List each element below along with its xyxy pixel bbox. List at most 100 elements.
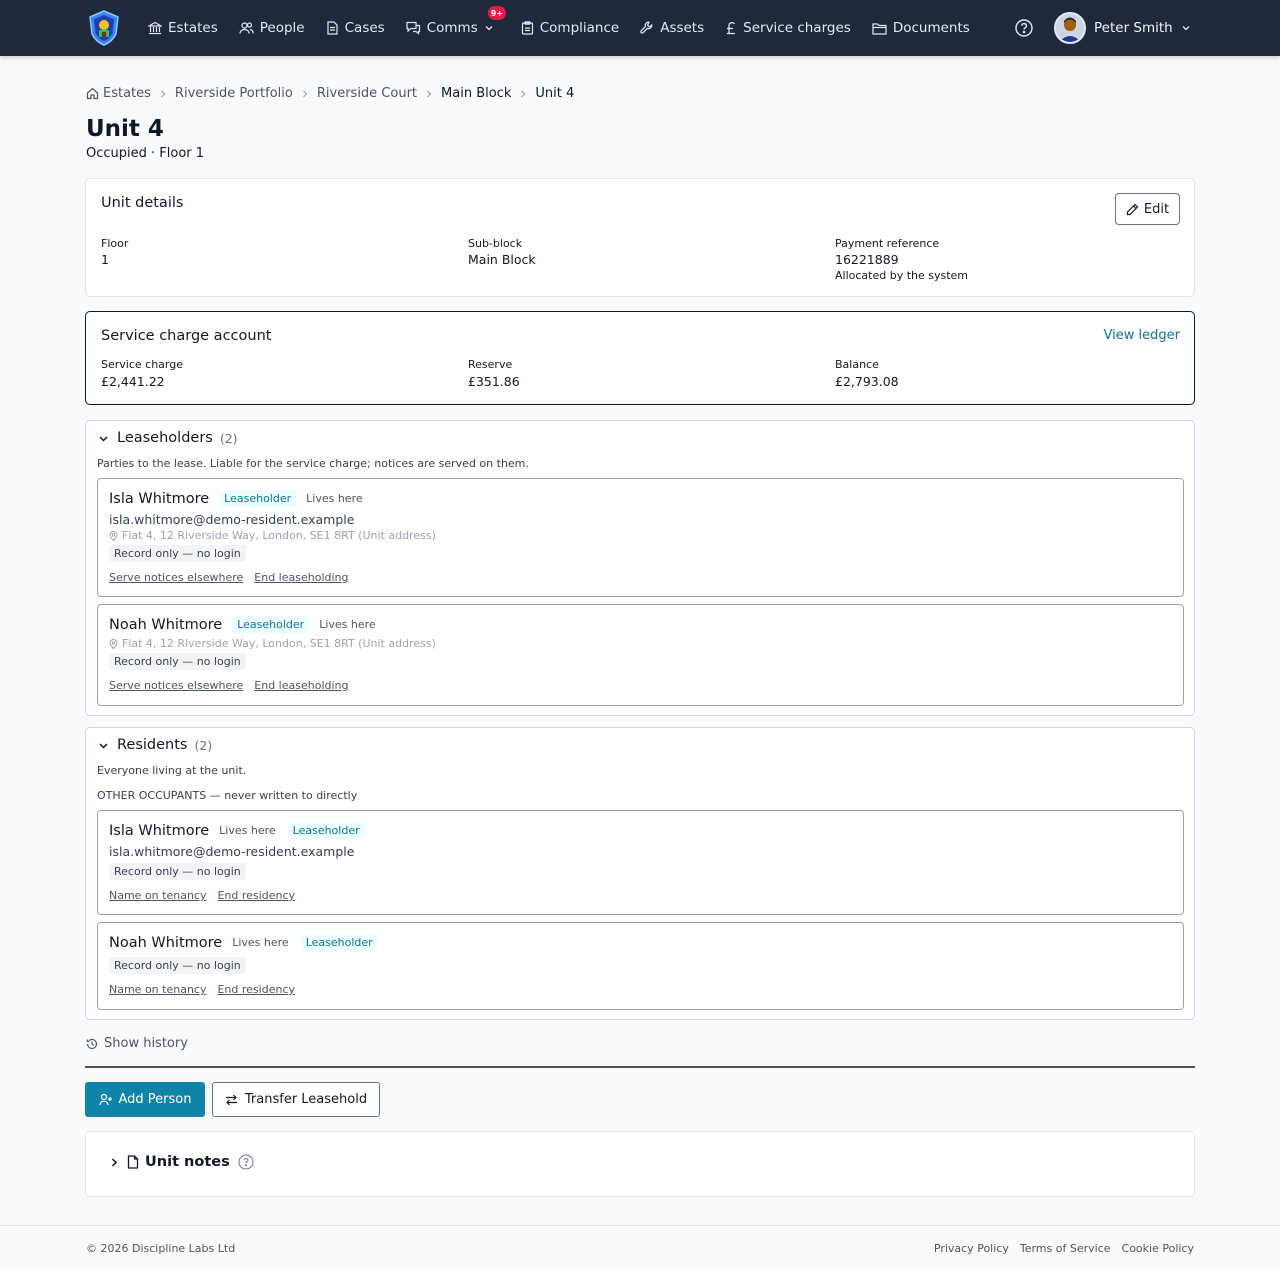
show-history-label: Show history <box>104 1036 188 1051</box>
page-subtitle: Occupied · Floor 1 <box>86 146 205 161</box>
breadcrumb-court[interactable]: Riverside Court <box>317 86 417 101</box>
breadcrumb-estates[interactable]: Estates <box>86 86 151 101</box>
list-item: Noah Whitmore Leaseholder Lives here Fla… <box>97 604 1184 706</box>
service-charge-value: £2,441.22 <box>101 374 165 389</box>
nav-documents[interactable]: Documents <box>872 20 970 36</box>
cookie-policy-link[interactable]: Cookie Policy <box>1122 1242 1194 1255</box>
payref-label: Payment reference <box>835 237 940 250</box>
section-description: Parties to the lease. Liable for the ser… <box>97 457 529 470</box>
residents-toggle[interactable]: Residents (2) <box>98 737 212 753</box>
bank-icon <box>148 21 168 35</box>
nav-assets[interactable]: Assets <box>640 20 704 36</box>
section-count: (2) <box>194 737 213 753</box>
wrench-icon <box>640 21 660 35</box>
avatar <box>1054 12 1086 44</box>
chevron-right-icon <box>109 1157 119 1168</box>
show-history-button[interactable]: Show history <box>86 1036 188 1051</box>
chevron-right-icon <box>301 89 309 99</box>
end-residency-link[interactable]: End residency <box>217 889 295 902</box>
record-badge: Record only — no login <box>109 863 246 880</box>
section-title: Residents <box>117 737 188 753</box>
nav-estates[interactable]: Estates <box>148 20 218 36</box>
balance-value: £2,793.08 <box>835 374 899 389</box>
serve-notices-link[interactable]: Serve notices elsewhere <box>109 571 243 584</box>
person-address: Flat 4, 12 Riverside Way, London, SE1 8R… <box>109 637 436 650</box>
people-icon <box>239 21 260 35</box>
serve-notices-link[interactable]: Serve notices elsewhere <box>109 679 243 692</box>
address-text: Flat 4, 12 Riverside Way, London, SE1 8R… <box>122 637 436 650</box>
nav-label: Comms <box>426 20 478 36</box>
help-icon[interactable] <box>1014 18 1034 38</box>
person-name[interactable]: Noah Whitmore <box>109 935 222 951</box>
user-menu[interactable]: Peter Smith <box>1054 12 1191 44</box>
list-item: Isla Whitmore Leaseholder Lives here isl… <box>97 478 1184 597</box>
copyright: © 2026 Discipline Labs Ltd <box>86 1242 236 1255</box>
name-on-tenancy-link[interactable]: Name on tenancy <box>109 889 206 902</box>
leaseholders-toggle[interactable]: Leaseholders (2) <box>98 430 238 446</box>
lives-badge: Lives here <box>219 824 276 837</box>
person-email: isla.whitmore@demo-resident.example <box>109 512 355 527</box>
unit-notes-card: Unit notes <box>85 1131 1195 1197</box>
person-name[interactable]: Isla Whitmore <box>109 491 209 507</box>
end-leaseholding-link[interactable]: End leaseholding <box>254 679 348 692</box>
edit-button[interactable]: Edit <box>1115 193 1180 225</box>
transfer-arrows-icon <box>225 1094 245 1106</box>
note-icon <box>127 1155 139 1169</box>
terms-of-service-link[interactable]: Terms of Service <box>1020 1242 1111 1255</box>
breadcrumb-label: Estates <box>103 86 151 101</box>
service-charge-card: Service charge account View ledger Servi… <box>85 311 1195 405</box>
add-person-label: Add Person <box>118 1092 192 1107</box>
pencil-icon <box>1126 203 1144 216</box>
user-name: Peter Smith <box>1094 20 1173 36</box>
transfer-leasehold-button[interactable]: Transfer Leasehold <box>212 1082 380 1117</box>
section-title: Leaseholders <box>117 430 213 446</box>
floor-value: 1 <box>101 252 109 267</box>
nav-service-charges[interactable]: Service charges <box>725 20 851 36</box>
person-name[interactable]: Isla Whitmore <box>109 823 209 839</box>
unit-notes-toggle[interactable]: Unit notes <box>109 1154 254 1170</box>
document-icon <box>326 21 345 35</box>
home-icon <box>86 87 99 100</box>
reserve-label: Reserve <box>468 358 513 371</box>
record-badge: Record only — no login <box>109 957 246 974</box>
nav-label: Estates <box>168 20 218 36</box>
breadcrumb: Estates Riverside Portfolio Riverside Co… <box>86 86 574 101</box>
breadcrumb-block[interactable]: Main Block <box>441 86 511 101</box>
chat-icon <box>406 21 427 35</box>
add-user-icon <box>98 1093 119 1106</box>
top-navbar: Estates People Cases Comms 9+ Compliance… <box>0 0 1280 56</box>
end-residency-link[interactable]: End residency <box>217 983 295 996</box>
nav-label: Assets <box>660 20 705 36</box>
nav-compliance[interactable]: Compliance <box>521 20 619 36</box>
nav-comms[interactable]: Comms 9+ <box>406 6 506 36</box>
chevron-down-icon <box>98 740 117 751</box>
payref-note: Allocated by the system <box>835 269 969 282</box>
role-badge: Leaseholder <box>219 490 297 507</box>
subblock-label: Sub-block <box>468 237 523 250</box>
page-title: Unit 4 <box>86 116 164 142</box>
add-person-button[interactable]: Add Person <box>85 1082 205 1117</box>
app-logo-icon[interactable] <box>88 10 120 46</box>
breadcrumb-portfolio[interactable]: Riverside Portfolio <box>175 86 293 101</box>
person-name[interactable]: Noah Whitmore <box>109 617 222 633</box>
name-on-tenancy-link[interactable]: Name on tenancy <box>109 983 206 996</box>
payref-value: 16221889 <box>835 252 899 267</box>
lives-badge: Lives here <box>232 936 289 949</box>
privacy-policy-link[interactable]: Privacy Policy <box>934 1242 1009 1255</box>
role-badge: Leaseholder <box>287 822 365 839</box>
chevron-right-icon <box>159 89 167 99</box>
leaseholders-section: Leaseholders (2) Parties to the lease. L… <box>85 420 1195 716</box>
end-leaseholding-link[interactable]: End leaseholding <box>254 571 348 584</box>
nav-cases[interactable]: Cases <box>326 20 385 36</box>
history-icon <box>86 1038 104 1050</box>
nav-people[interactable]: People <box>239 20 305 36</box>
service-charge-label: Service charge <box>101 358 183 371</box>
chevron-right-icon <box>519 89 527 99</box>
list-item: Isla Whitmore Lives here Leaseholder isl… <box>97 810 1184 915</box>
help-icon[interactable] <box>238 1154 254 1170</box>
chevron-down-icon <box>1181 23 1191 33</box>
edit-label: Edit <box>1143 201 1170 217</box>
transfer-label: Transfer Leasehold <box>244 1092 368 1107</box>
view-ledger-link[interactable]: View ledger <box>1104 328 1180 343</box>
record-badge: Record only — no login <box>109 545 246 562</box>
